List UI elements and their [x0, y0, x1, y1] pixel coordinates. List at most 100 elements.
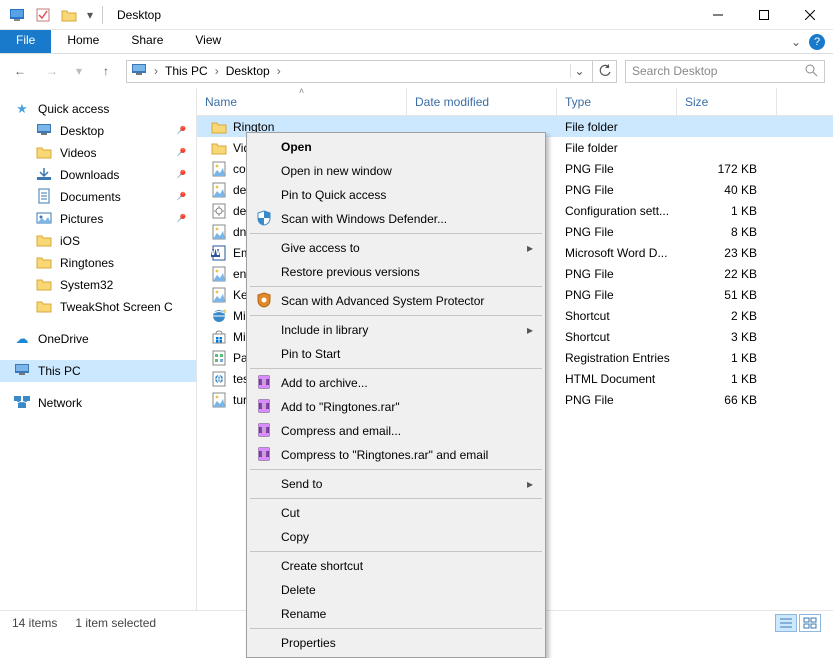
file-size: 51 KB: [677, 288, 777, 302]
help-icon[interactable]: ?: [809, 34, 825, 50]
chevron-right-icon: ▸: [527, 477, 533, 491]
sidebar-item-desktop[interactable]: Desktop📍: [0, 120, 196, 142]
breadcrumb-desktop[interactable]: Desktop: [226, 64, 270, 78]
pc-icon: [131, 62, 147, 81]
breadcrumb-this-pc[interactable]: This PC: [165, 64, 208, 78]
png-icon: [211, 287, 227, 303]
nav-quick-access[interactable]: ★ Quick access: [0, 98, 196, 120]
breadcrumb[interactable]: › This PC › Desktop › ⌄: [126, 60, 593, 83]
folder-icon: [36, 298, 52, 317]
search-icon[interactable]: [804, 63, 818, 80]
chevron-right-icon[interactable]: ›: [212, 64, 222, 78]
pictures-icon: [36, 210, 52, 229]
context-menu: Open Open in new windowPin to Quick acces…: [246, 132, 546, 658]
network-icon: [14, 394, 30, 413]
context-menu-item[interactable]: Properties: [249, 631, 543, 655]
ribbon-expand-icon[interactable]: ⌄: [791, 35, 801, 49]
address-bar: ← → ▾ ↑ › This PC › Desktop › ⌄ Search D…: [0, 54, 833, 88]
rar-icon: [255, 398, 273, 417]
app-icon: [6, 4, 28, 26]
context-menu-separator: [250, 469, 542, 470]
pin-icon: 📍: [171, 145, 188, 162]
context-menu-item[interactable]: Add to "Ringtones.rar": [249, 395, 543, 419]
pin-icon: 📍: [171, 211, 188, 228]
context-menu-item[interactable]: Delete: [249, 578, 543, 602]
minimize-button[interactable]: [695, 0, 741, 30]
context-menu-item[interactable]: Scan with Windows Defender...: [249, 207, 543, 231]
sidebar-item-pictures[interactable]: Pictures📍: [0, 208, 196, 230]
file-type: Microsoft Word D...: [557, 246, 677, 260]
rar-icon: [255, 446, 273, 465]
ribbon-tab-view[interactable]: View: [179, 30, 237, 53]
sidebar-item-documents[interactable]: Documents📍: [0, 186, 196, 208]
context-menu-item[interactable]: Rename: [249, 602, 543, 626]
sidebar-item-ringtones[interactable]: Ringtones: [0, 252, 196, 274]
context-menu-item[interactable]: Send to▸: [249, 472, 543, 496]
back-button[interactable]: ←: [8, 59, 32, 83]
sidebar-item-ios[interactable]: iOS: [0, 230, 196, 252]
desktop-icon: [36, 122, 52, 141]
context-menu-item[interactable]: Add to archive...: [249, 371, 543, 395]
new-folder-quick-icon[interactable]: [58, 4, 80, 26]
context-menu-item[interactable]: Include in library▸: [249, 318, 543, 342]
context-menu-separator: [250, 233, 542, 234]
context-menu-item[interactable]: Copy: [249, 525, 543, 549]
sidebar-item-system32[interactable]: System32: [0, 274, 196, 296]
column-size[interactable]: Size: [677, 88, 777, 115]
column-name[interactable]: ˄ Name: [197, 88, 407, 115]
refresh-button[interactable]: [593, 60, 617, 83]
context-menu-item[interactable]: Scan with Advanced System Protector: [249, 289, 543, 313]
documents-icon: [36, 188, 52, 207]
ribbon-tab-file[interactable]: File: [0, 30, 51, 53]
context-menu-item[interactable]: Pin to Quick access: [249, 183, 543, 207]
ribbon-tab-share[interactable]: Share: [115, 30, 179, 53]
sidebar-item-videos[interactable]: Videos📍: [0, 142, 196, 164]
defender-icon: [255, 210, 273, 229]
forward-button[interactable]: →: [40, 59, 64, 83]
png-icon: [211, 266, 227, 282]
qat-dropdown-icon[interactable]: ▾: [84, 4, 96, 26]
sidebar-item-downloads[interactable]: Downloads📍: [0, 164, 196, 186]
context-menu-label: Pin to Start: [281, 347, 340, 361]
recent-locations-button[interactable]: ▾: [72, 59, 86, 83]
details-view-button[interactable]: [775, 614, 797, 632]
file-type: Configuration sett...: [557, 204, 677, 218]
context-menu-item[interactable]: Create shortcut: [249, 554, 543, 578]
file-type: HTML Document: [557, 372, 677, 386]
context-menu-label: Rename: [281, 607, 326, 621]
context-menu-item[interactable]: Compress to "Ringtones.rar" and email: [249, 443, 543, 467]
context-menu-item[interactable]: Pin to Start: [249, 342, 543, 366]
reg-icon: [211, 350, 227, 366]
context-menu-item[interactable]: Restore previous versions: [249, 260, 543, 284]
thumbnails-view-button[interactable]: [799, 614, 821, 632]
chevron-right-icon[interactable]: ›: [151, 64, 161, 78]
context-menu-separator: [250, 286, 542, 287]
context-menu-label: Open: [281, 140, 312, 154]
context-menu-item[interactable]: Open in new window: [249, 159, 543, 183]
png-icon: [211, 161, 227, 177]
ribbon-tab-home[interactable]: Home: [51, 30, 115, 53]
up-button[interactable]: ↑: [94, 59, 118, 83]
column-type[interactable]: Type: [557, 88, 677, 115]
cloud-icon: ☁: [14, 331, 30, 347]
nav-this-pc[interactable]: This PC: [0, 360, 196, 382]
nav-onedrive[interactable]: ☁ OneDrive: [0, 328, 196, 350]
maximize-button[interactable]: [741, 0, 787, 30]
file-type: PNG File: [557, 393, 677, 407]
context-menu-item[interactable]: Open: [249, 135, 543, 159]
column-headers: ˄ Name Date modified Type Size: [197, 88, 833, 116]
properties-quick-icon[interactable]: [32, 4, 54, 26]
chevron-right-icon[interactable]: ›: [274, 64, 284, 78]
nav-network[interactable]: Network: [0, 392, 196, 414]
column-date[interactable]: Date modified: [407, 88, 557, 115]
close-button[interactable]: [787, 0, 833, 30]
search-input[interactable]: Search Desktop: [625, 60, 825, 83]
context-menu-item[interactable]: Give access to▸: [249, 236, 543, 260]
context-menu-item[interactable]: Compress and email...: [249, 419, 543, 443]
address-dropdown-icon[interactable]: ⌄: [570, 64, 588, 78]
context-menu-item[interactable]: Cut: [249, 501, 543, 525]
sidebar-item-tweakshot-screen-c[interactable]: TweakShot Screen C: [0, 296, 196, 318]
context-menu-label: Properties: [281, 636, 336, 650]
status-item-count: 14 items: [12, 616, 57, 630]
context-menu-label: Restore previous versions: [281, 265, 420, 279]
